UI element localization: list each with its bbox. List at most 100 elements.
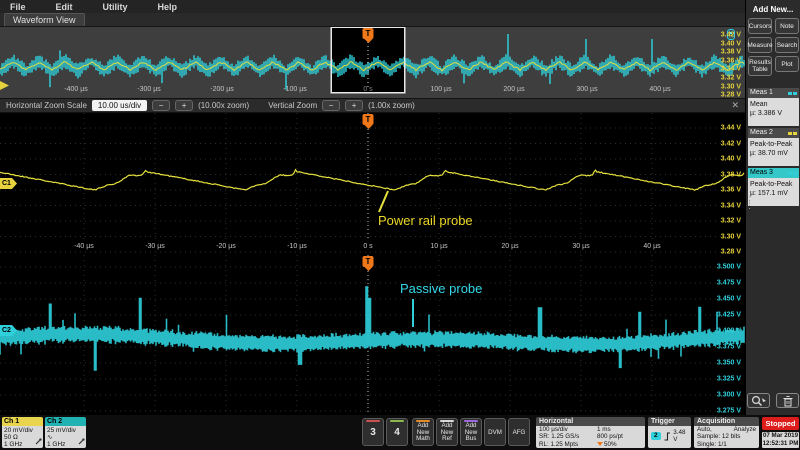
acquisition-single: Single: 1/1 [697,441,756,448]
measurement-body: Peak-to-Peakµ: 157.1 mV [748,178,799,206]
plot-tools [746,393,800,408]
status-button-add-new-bus[interactable]: Add New Bus [460,418,482,446]
status-button-add-new-ref[interactable]: Add New Ref [436,418,458,446]
horizontal-scale: 100 µs/div [539,426,597,433]
sidebar-button-results-table[interactable]: Results Table [748,56,772,76]
status-button-4[interactable]: 4 [386,418,408,446]
horizontal-zoom-scale-value[interactable]: 10.00 us/div [92,100,147,111]
vertical-zoom-in-button[interactable]: + [345,100,363,111]
vertical-zoom-out-button[interactable]: − [322,100,340,111]
main-x-tick: -30 µs [145,243,165,250]
sidebar-button-plot[interactable]: Plot [775,56,799,72]
status-button-afg[interactable]: AFG [508,418,530,446]
main-waveform-panel[interactable]: T C1 Power rail probe -40 µs-30 µs-20 µs… [0,113,745,255]
main-y-tick: 3.34 V [721,202,741,209]
main-y-tick: 3.32 V [721,218,741,225]
trigger-marker-main[interactable]: T [363,114,374,125]
measurement-label: Meas 2 [750,128,773,138]
status-button-label: Add New Math [413,423,433,443]
magnifier-icon [751,395,767,407]
bottom-y-tick: 3.400 V [717,328,741,335]
main-x-tick: 0 s [363,243,372,250]
main-y-tick: 3.36 V [721,187,741,194]
status-button-add-new-math[interactable]: Add New Math [412,418,434,446]
trigger-marker-bottom[interactable]: T [363,256,374,267]
main-y-tick: 3.42 V [721,140,741,147]
probe-icon [35,438,42,447]
trigger-panel-title: Trigger [648,417,691,426]
sidebar-button-search[interactable]: Search [775,37,799,53]
channel-settings: 20 mV/div50 Ω1 GHz [2,426,43,448]
run-stop-button[interactable]: Stopped [762,417,799,430]
sample-resolution: 800 ps/pt [597,433,642,440]
main-x-tick: 10 µs [430,243,447,250]
trigger-marker-overview[interactable]: T [363,28,374,39]
overview-panel[interactable]: T -400 µs-300 µs-200 µs-100 µs0 s100 µs2… [0,27,745,98]
sample-rate: SR: 1.25 GS/s [539,433,597,440]
time-text: 12:52:31 PM [762,440,799,448]
menu-bar: File Edit Utility Help [0,0,745,13]
measurement-card[interactable]: Meas 2Peak-to-Peakµ: 38.70 mV [748,128,799,166]
main-x-tick: -20 µs [216,243,236,250]
bottom-y-tick: 3.425 V [717,312,741,319]
right-sidebar: Add New... CursorsNoteMeasureSearchResul… [745,0,800,415]
status-button-3[interactable]: 3 [362,418,384,446]
horizontal-panel-title: Horizontal [536,417,645,426]
panel-splitter-handle[interactable]: ⋮⋮ [745,198,753,208]
channel-color-stripe [416,420,430,422]
bottom-waveform-panel[interactable]: T C2 Passive probe 3.500 V3.475 V3.450 V… [0,255,745,415]
bottom-y-tick: 3.450 V [717,296,741,303]
bottom-y-tick: 3.350 V [717,360,741,367]
overview-x-tick: 300 µs [576,86,597,93]
main-x-tick: 30 µs [572,243,589,250]
trash-button[interactable] [776,393,799,408]
sidebar-button-measure[interactable]: Measure [748,37,772,53]
measurement-card[interactable]: Meas 1Meanµ: 3.386 V [748,88,799,126]
channel-badge-1[interactable]: Ch 120 mV/div50 Ω1 GHz [2,417,43,448]
overview-x-tick: -400 µs [64,86,88,93]
status-button-label: Add New Ref [437,423,457,443]
channel-setting-row: 20 mV/div [4,427,41,434]
acquisition-mode: Auto, [697,426,712,433]
main-x-tick: 40 µs [643,243,660,250]
horizontal-zoom-out-button[interactable]: − [152,100,170,111]
menu-item-edit[interactable]: Edit [56,2,73,12]
horizontal-zoom-in-button[interactable]: + [175,100,193,111]
measurement-source-icon [788,92,797,95]
sidebar-button-note[interactable]: Note [775,18,799,34]
overview-x-tick: -300 µs [137,86,161,93]
measurement-card[interactable]: Meas 3Peak-to-Peakµ: 157.1 mV [748,168,799,206]
close-icon[interactable]: ✕ [731,100,739,111]
zoom-tool-button[interactable] [747,393,770,408]
zoom-toolbar: Horizontal Zoom Scale 10.00 us/div − + (… [0,98,745,113]
bottom-y-tick: 3.300 V [717,392,741,399]
status-bar: Ch 120 mV/div50 Ω1 GHzCh 225 mV/div∿1 GH… [0,415,800,450]
sidebar-button-cursors[interactable]: Cursors [748,18,772,34]
measurement-header: Meas 1 [748,88,799,98]
menu-item-utility[interactable]: Utility [103,2,128,12]
overview-x-tick: 200 µs [503,86,524,93]
horizontal-zoom-scale-label: Horizontal Zoom Scale [6,101,87,110]
tab-bar: Waveform View [0,13,745,27]
datetime-display: 07 Mar 2019 12:52:31 PM [762,432,799,448]
acquisition-sample: Sample: 12 bits [697,433,756,440]
horizontal-panel[interactable]: Horizontal 100 µs/div 1 ms SR: 1.25 GS/s… [536,417,645,448]
status-button-dvm[interactable]: DVM [484,418,506,446]
power-rail-annotation: Power rail probe [378,213,473,228]
acquisition-panel[interactable]: Acquisition Auto, Analyze Sample: 12 bit… [694,417,759,448]
trigger-level: 3.48 V [673,429,688,444]
horizontal-zoom-factor: (10.00x zoom) [198,101,249,110]
channel-badge-2[interactable]: Ch 225 mV/div∿1 GHz [45,417,86,448]
bottom-y-tick: 3.325 V [717,376,741,383]
overview-y-tick: 3.42 V [721,32,741,39]
measurement-name: Peak-to-Peak [750,180,797,189]
overview-x-tick: 100 µs [430,86,451,93]
menu-item-file[interactable]: File [10,2,26,12]
measurement-source-icon [788,132,797,135]
trigger-panel[interactable]: Trigger 2 3.48 V [648,417,691,448]
menu-item-help[interactable]: Help [158,2,178,12]
tab-waveform-view[interactable]: Waveform View [4,13,85,26]
probe-icon [78,438,85,447]
power-rail-waveform [0,113,745,255]
channel-label: Ch 1 [2,417,43,426]
